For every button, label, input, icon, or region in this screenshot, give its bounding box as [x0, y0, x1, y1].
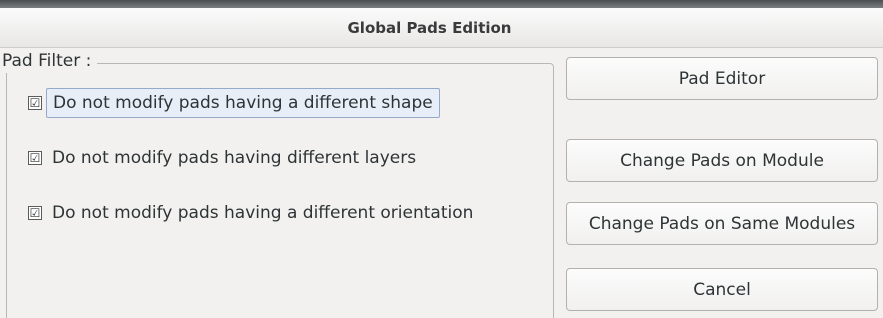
titlebar[interactable]: Global Pads Edition: [0, 8, 883, 48]
pad-editor-button[interactable]: Pad Editor: [566, 57, 878, 100]
checkbox-checked-icon[interactable]: ☑: [28, 206, 42, 220]
dialog-window: Global Pads Edition Pad Filter : ☑ Do no…: [0, 0, 883, 318]
cancel-button[interactable]: Cancel: [566, 268, 878, 311]
checkbox-label-orientation[interactable]: Do not modify pads having a different or…: [46, 199, 479, 227]
checkbox-checked-icon[interactable]: ☑: [28, 96, 42, 110]
checkbox-different-orientation[interactable]: ☑ Do not modify pads having a different …: [28, 196, 479, 230]
window-top-strip: [0, 0, 883, 8]
change-pads-on-module-button[interactable]: Change Pads on Module: [566, 139, 878, 182]
checkbox-label-layers[interactable]: Do not modify pads having different laye…: [46, 144, 422, 172]
checkbox-different-layers[interactable]: ☑ Do not modify pads having different la…: [28, 141, 422, 175]
change-pads-on-same-modules-button[interactable]: Change Pads on Same Modules: [566, 202, 878, 245]
checkbox-checked-icon[interactable]: ☑: [28, 151, 42, 165]
checkbox-label-shape[interactable]: Do not modify pads having a different sh…: [46, 88, 440, 118]
window-title: Global Pads Edition: [347, 19, 512, 37]
pad-filter-label: Pad Filter :: [2, 49, 98, 73]
checkbox-different-shape[interactable]: ☑ Do not modify pads having a different …: [28, 86, 440, 120]
